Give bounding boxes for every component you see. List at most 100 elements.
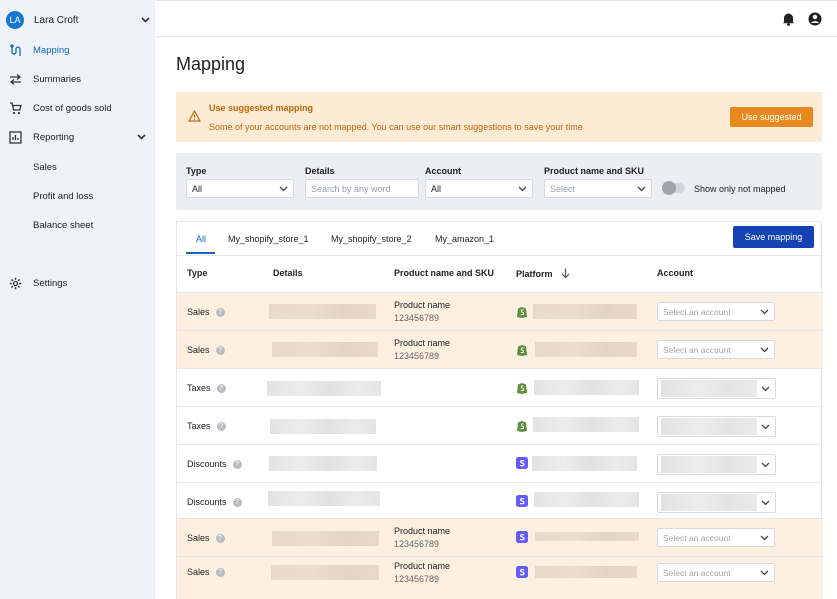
- column-header-type: Type: [187, 268, 208, 278]
- tab-my-amazon-1[interactable]: My_amazon_1: [435, 234, 494, 244]
- product-cell: Product name 123456789: [394, 338, 450, 361]
- filter-details-label: Details: [305, 166, 335, 176]
- row-type: Discounts?: [187, 459, 242, 469]
- platform-store-redacted: [532, 456, 637, 471]
- chevron-down-icon: [637, 184, 646, 194]
- help-icon[interactable]: ?: [232, 459, 242, 469]
- toggle-label: Show only not mapped: [694, 184, 786, 194]
- filter-type-value: All: [192, 183, 203, 194]
- stripe-icon: [516, 457, 528, 470]
- platform-store-redacted: [535, 342, 637, 357]
- arrow-down-icon[interactable]: [561, 268, 570, 279]
- tab-my-shopify-store-2[interactable]: My_shopify_store_2: [331, 234, 412, 244]
- gear-icon: [8, 276, 22, 290]
- sidebar-item-label: Mapping: [33, 44, 70, 56]
- sidebar-item-reporting[interactable]: Reporting: [8, 128, 150, 146]
- help-icon[interactable]: ?: [216, 421, 226, 431]
- sidebar-item-label: Settings: [33, 277, 68, 289]
- tab-all[interactable]: All: [196, 234, 206, 244]
- row-type-label: Sales: [187, 345, 210, 355]
- sidebar-item-label: Summaries: [33, 73, 82, 85]
- chevron-down-icon: [136, 132, 146, 142]
- filter-account-label: Account: [425, 166, 461, 176]
- account-value-redacted: [661, 456, 757, 473]
- help-icon[interactable]: ?: [216, 383, 226, 393]
- product-name: Product name: [394, 300, 451, 310]
- user-menu[interactable]: LA Lara Croft: [6, 10, 150, 30]
- sidebar-subitem-profit-and-loss[interactable]: Profit and loss: [33, 191, 93, 202]
- sidebar-item-summaries[interactable]: Summaries: [8, 70, 150, 88]
- filter-type-select[interactable]: All: [186, 179, 294, 198]
- chevron-down-icon: [518, 184, 527, 194]
- account-select[interactable]: Select an account: [657, 302, 775, 321]
- stripe-icon: [516, 495, 528, 508]
- account-select-placeholder: Select an account: [663, 532, 731, 543]
- sidebar-item-mapping[interactable]: Mapping: [8, 41, 150, 59]
- platform-store-redacted: [534, 492, 639, 507]
- filter-details-placeholder: Search by any word: [311, 183, 391, 194]
- save-mapping-button[interactable]: Save mapping: [733, 226, 814, 248]
- account-select[interactable]: Select an account: [657, 528, 775, 547]
- chevron-down-icon: [760, 307, 769, 317]
- product-name: Product name: [394, 561, 451, 571]
- bell-icon[interactable]: [782, 12, 796, 26]
- table-row: Taxes?: [177, 368, 823, 406]
- table-row: Discounts?: [177, 444, 823, 482]
- report-chart-icon: [8, 130, 22, 144]
- account-value-redacted: [661, 380, 757, 397]
- table-row: Discounts?: [177, 482, 823, 520]
- help-icon[interactable]: ?: [232, 497, 242, 507]
- column-header-platform[interactable]: Platform: [516, 268, 570, 279]
- account-select[interactable]: Select an account: [657, 563, 775, 582]
- filter-account-select[interactable]: All: [425, 179, 533, 198]
- product-cell: Product name 123456789: [394, 526, 450, 549]
- column-header-product: Product name and SKU: [394, 268, 495, 278]
- filter-account-value: All: [431, 183, 442, 194]
- filter-details-input[interactable]: Search by any word: [305, 179, 419, 198]
- use-suggested-button[interactable]: Use suggested: [730, 107, 813, 127]
- help-icon[interactable]: ?: [215, 345, 225, 355]
- row-type-label: Sales: [187, 567, 210, 577]
- sidebar-item-cost-of-goods-sold[interactable]: Cost of goods sold: [8, 99, 150, 117]
- warning-icon: [187, 109, 202, 125]
- chevron-down-icon: [760, 345, 769, 355]
- product-cell: Product name 123456789: [394, 300, 450, 323]
- row-type-label: Discounts: [187, 459, 227, 469]
- help-icon[interactable]: ?: [215, 533, 225, 543]
- account-select-filled[interactable]: [657, 454, 776, 475]
- shopify-icon: [516, 419, 528, 432]
- shopify-icon: [516, 343, 528, 356]
- account-select-filled[interactable]: [657, 378, 776, 399]
- filter-product-label: Product name and SKU: [544, 166, 645, 176]
- filter-product-select[interactable]: Select: [544, 179, 652, 198]
- shopify-icon: [516, 305, 528, 318]
- product-sku: 123456789: [394, 313, 440, 323]
- show-only-not-mapped-toggle[interactable]: [662, 181, 685, 195]
- table-row: Sales? Product name 123456789 Select an a…: [177, 556, 823, 599]
- details-redacted: [269, 304, 376, 319]
- account-circle-icon[interactable]: [808, 12, 822, 26]
- stripe-icon: [516, 566, 528, 579]
- table-row: Sales? Product name 123456789 Select an a…: [177, 330, 823, 368]
- sidebar-item-label: Reporting: [33, 131, 75, 143]
- tab-my-shopify-store-1[interactable]: My_shopify_store_1: [228, 234, 309, 244]
- sidebar-subitem-balance-sheet[interactable]: Balance sheet: [33, 220, 93, 231]
- details-redacted: [272, 531, 379, 546]
- sidebar-subitem-sales[interactable]: Sales: [33, 162, 57, 173]
- details-redacted: [269, 456, 377, 471]
- details-redacted: [268, 491, 380, 506]
- shopify-icon: [516, 381, 528, 394]
- swap-arrows-icon: [8, 72, 22, 86]
- column-header-platform-label: Platform: [516, 268, 553, 279]
- sidebar-item-settings[interactable]: Settings: [8, 274, 150, 292]
- table-row: Sales? Product name 123456789 Select an a…: [177, 518, 823, 556]
- chevron-down-icon: [279, 184, 288, 194]
- product-sku: 123456789: [394, 539, 440, 549]
- account-select[interactable]: Select an account: [657, 340, 775, 359]
- account-select-filled[interactable]: [657, 416, 776, 437]
- help-icon[interactable]: ?: [215, 567, 225, 577]
- chevron-down-icon: [140, 15, 150, 25]
- account-select-filled[interactable]: [657, 492, 776, 513]
- row-type: Sales?: [187, 307, 225, 317]
- help-icon[interactable]: ?: [215, 307, 225, 317]
